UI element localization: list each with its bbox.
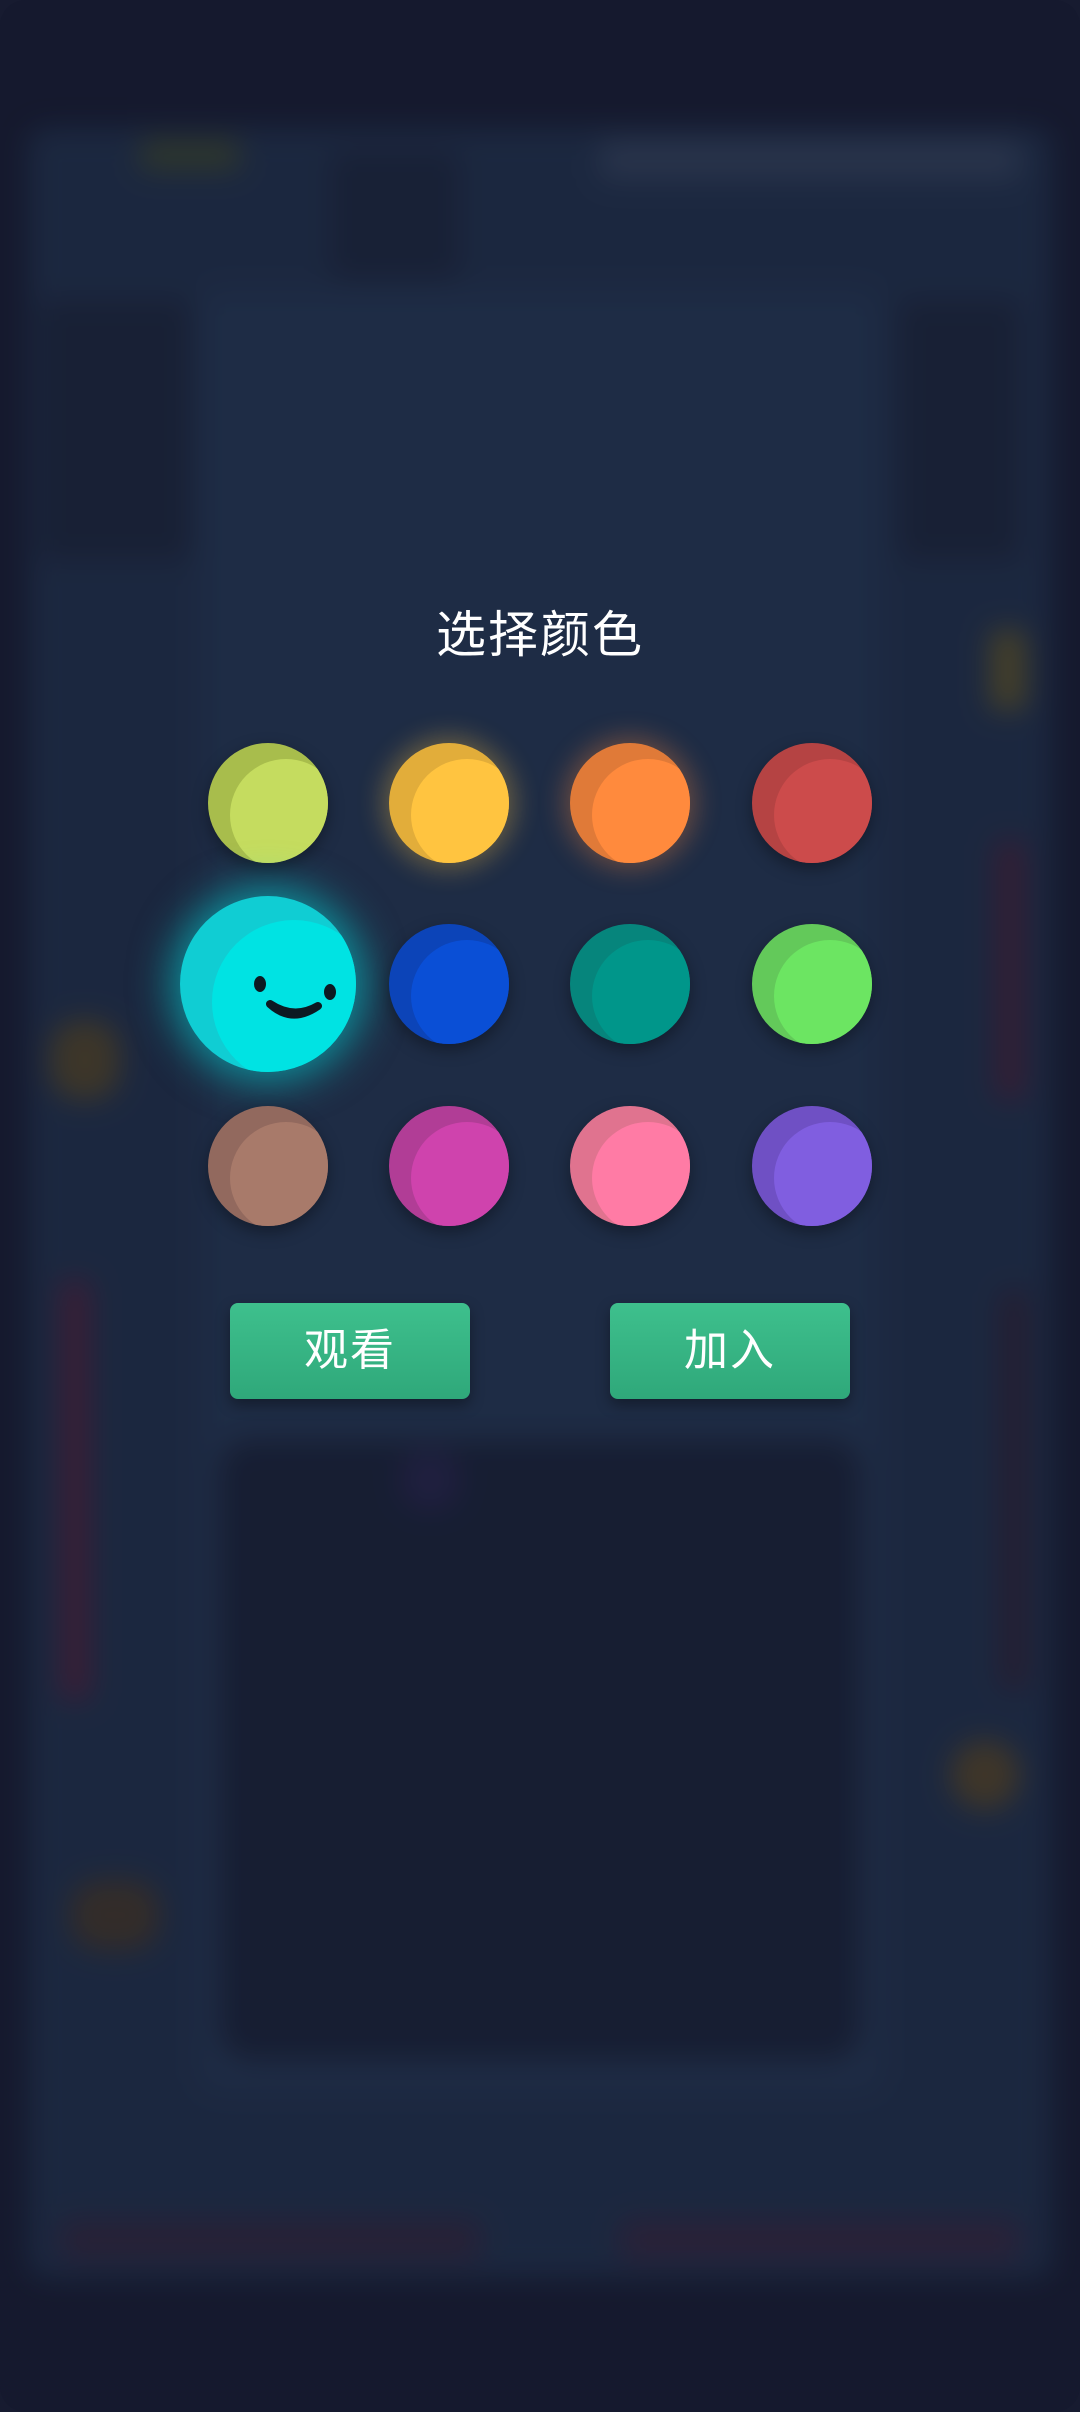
color-swatch-pink[interactable]	[570, 1106, 690, 1226]
smiley-face-icon	[254, 976, 336, 1019]
join-button[interactable]: 加入	[610, 1303, 850, 1399]
color-select-screen: 选择颜色 观看 加入	[0, 0, 1080, 2412]
color-swatch-lime[interactable]	[208, 743, 328, 863]
color-swatch-cyan[interactable]	[180, 896, 356, 1072]
swatch-highlight	[592, 759, 690, 863]
color-swatch-red[interactable]	[752, 743, 872, 863]
swatch-highlight	[411, 759, 509, 863]
swatch-highlight	[411, 1122, 509, 1226]
color-swatch-teal[interactable]	[570, 924, 690, 1044]
watch-button[interactable]: 观看	[230, 1303, 470, 1399]
color-swatch-blue[interactable]	[389, 924, 509, 1044]
swatch-highlight	[774, 1122, 872, 1226]
color-swatch-magenta[interactable]	[389, 1106, 509, 1226]
dialog-title: 选择颜色	[436, 606, 644, 664]
swatch-highlight	[774, 759, 872, 863]
color-swatch-orange[interactable]	[570, 743, 690, 863]
color-swatch-purple[interactable]	[752, 1106, 872, 1226]
modal-overlay	[0, 0, 1080, 2412]
color-swatch-brown[interactable]	[208, 1106, 328, 1226]
swatch-highlight	[411, 940, 509, 1044]
swatch-highlight	[230, 1122, 328, 1226]
swatch-highlight	[230, 759, 328, 863]
swatch-highlight	[592, 1122, 690, 1226]
color-swatch-green[interactable]	[752, 924, 872, 1044]
swatch-highlight	[592, 940, 690, 1044]
color-swatch-yellow[interactable]	[389, 743, 509, 863]
swatch-highlight	[774, 940, 872, 1044]
